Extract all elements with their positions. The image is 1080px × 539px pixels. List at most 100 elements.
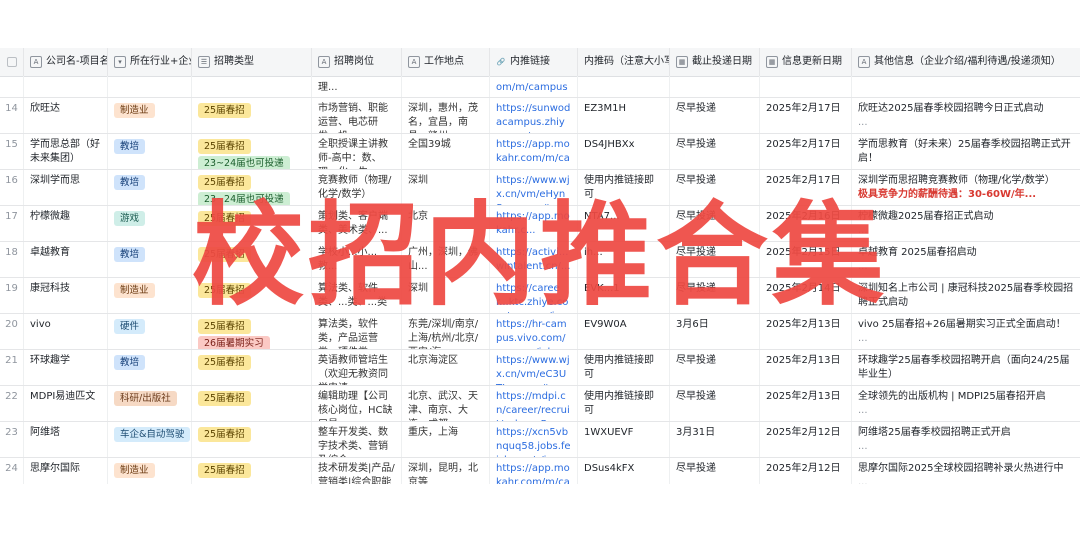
updated-date-cell[interactable]: 2025年2月12日 bbox=[760, 422, 852, 457]
updated-date-cell[interactable]: 2025年2月13日 bbox=[760, 386, 852, 421]
industry-cell[interactable]: 教培 bbox=[108, 350, 192, 385]
recruit-type-cell[interactable]: 25届春招 23~24届也可投递 bbox=[192, 134, 312, 169]
positions-cell[interactable]: 编辑助理【公司核心岗位，HC缺口最... bbox=[312, 386, 402, 421]
referral-link[interactable]: https://www.wjx.cn/vm/eC3UTLn.aspx# bbox=[490, 350, 578, 385]
info-cell[interactable]: 环球趣学25届春季校园招聘开启（面向24/25届毕业生）... bbox=[852, 350, 1080, 385]
recruit-type-cell[interactable]: 25届春招 bbox=[192, 350, 312, 385]
column-header-info[interactable]: A 其他信息（企业介绍/福利待遇/投递须知） bbox=[852, 48, 1080, 76]
updated-date-cell[interactable]: 2025年2月17日 bbox=[760, 98, 852, 133]
location-cell[interactable]: 深圳，惠州，茂名，宜昌，南昌，赣州... bbox=[402, 98, 490, 133]
column-header-code[interactable]: 内推码（注意大小写） bbox=[578, 48, 670, 76]
table-row[interactable]: 20vivo 硬件 25届春招 26届暑期实习 算法类，软件类，产品运营类，硬件类...… bbox=[0, 314, 1080, 350]
positions-cell[interactable]: 竞赛教师（物理/化学/数学） bbox=[312, 170, 402, 205]
positions-cell[interactable]: 英语教师管培生（欢迎无教资同学申请... bbox=[312, 350, 402, 385]
company-cell[interactable]: 卓越教育 bbox=[24, 242, 108, 277]
industry-cell[interactable]: 车企&自动驾驶 bbox=[108, 422, 192, 457]
info-cell[interactable]: 阿维塔25届春季校园招聘正式开启... bbox=[852, 422, 1080, 457]
industry-cell[interactable]: 科研/出版社 bbox=[108, 386, 192, 421]
referral-link[interactable]: https://activi...wintalent.cn/... bbox=[490, 242, 578, 277]
company-cell[interactable]: MDPI易迪匹文 bbox=[24, 386, 108, 421]
table-row[interactable]: 15 学而思总部（好未来集团） 教培 25届春招 23~24届也可投递 全职授课主讲教师-… bbox=[0, 134, 1080, 170]
deadline-cell[interactable]: 尽早投递 bbox=[670, 350, 760, 385]
column-header-deadline[interactable]: ▦ 截止投递日期 bbox=[670, 48, 760, 76]
referral-code-cell[interactable]: DS4JHBXx bbox=[578, 134, 670, 169]
company-cell[interactable]: 柠檬微趣 bbox=[24, 206, 108, 241]
updated-date-cell[interactable]: 2025年2月14日 bbox=[760, 278, 852, 313]
table-row[interactable]: 23阿维塔车企&自动驾驶 25届春招 整车开发类、数字技术类、营销及综合重庆，上海h… bbox=[0, 422, 1080, 458]
updated-date-cell[interactable]: 2025年2月13日 bbox=[760, 350, 852, 385]
referral-code-cell[interactable]: EZ3M1H bbox=[578, 98, 670, 133]
updated-date-cell[interactable]: 2025年2月15日 bbox=[760, 242, 852, 277]
deadline-cell[interactable]: 尽早投递 bbox=[670, 242, 760, 277]
referral-code-cell[interactable]: 使用内推链接即可 bbox=[578, 350, 670, 385]
industry-cell[interactable]: 教培 bbox=[108, 134, 192, 169]
industry-cell[interactable]: 游戏 bbox=[108, 206, 192, 241]
recruit-type-cell[interactable]: 25届春招 bbox=[192, 98, 312, 133]
table-row[interactable]: 14欣旺达制造业 25届春招 市场营销、职能运营、电芯研发、机...深圳，惠州，茂名… bbox=[0, 98, 1080, 134]
info-cell[interactable]: 卓越教育 2025届春招启动... bbox=[852, 242, 1080, 277]
referral-code-cell[interactable]: 使用内推链接即可 bbox=[578, 386, 670, 421]
deadline-cell[interactable]: 尽早投递 bbox=[670, 170, 760, 205]
positions-cell[interactable]: 技术研发类|产品/营销类|综合职能类|... bbox=[312, 458, 402, 484]
info-cell[interactable]: 学而思教育（好未来）25届春季校园招聘正式开启！... bbox=[852, 134, 1080, 169]
location-cell[interactable]: 东莞/深圳/南京/上海/杭州/北京/西安/海... bbox=[402, 314, 490, 349]
referral-link[interactable]: https://app.mokahr.com/m/campus-recr... bbox=[490, 134, 578, 169]
deadline-cell[interactable]: 3月31日 bbox=[670, 422, 760, 457]
positions-cell[interactable]: 算法类，软件类，产品运营类，硬件类... bbox=[312, 314, 402, 349]
referral-link[interactable]: https://xcn5vbnquq58.jobs.feishu.cn/s/i.… bbox=[490, 422, 578, 457]
recruit-type-cell[interactable]: 25届春招 23~24届也可投递 bbox=[192, 170, 312, 205]
deadline-cell[interactable]: 尽早投递 bbox=[670, 458, 760, 484]
location-cell[interactable]: 全国39城 bbox=[402, 134, 490, 169]
recruit-type-cell[interactable]: 25届春招 26届暑期实习 bbox=[192, 314, 312, 349]
company-cell[interactable]: 思摩尔国际 bbox=[24, 458, 108, 484]
location-cell[interactable]: 重庆，上海 bbox=[402, 422, 490, 457]
info-cell[interactable]: 深圳学而思招聘竞赛教师（物理/化学/数学） 极具竞争力的薪酬待遇：30-60W/年… bbox=[852, 170, 1080, 205]
recruit-type-cell[interactable]: 25届春招 bbox=[192, 278, 312, 313]
link-cell[interactable]: om/m/campus-recr... bbox=[490, 76, 578, 97]
column-header-location[interactable]: A 工作地点 bbox=[402, 48, 490, 76]
info-cell[interactable]: 深圳知名上市公司 | 康冠科技2025届春季校园招聘正式启动... bbox=[852, 278, 1080, 313]
column-header-type[interactable]: ☰ 招聘类型 bbox=[192, 48, 312, 76]
recruit-type-cell[interactable]: 25届春招 bbox=[192, 386, 312, 421]
deadline-cell[interactable]: 尽早投递 bbox=[670, 206, 760, 241]
positions-cell[interactable]: 整车开发类、数字技术类、营销及综合 bbox=[312, 422, 402, 457]
company-cell[interactable]: 欣旺达 bbox=[24, 98, 108, 133]
column-header-company[interactable]: A 公司名-项目名 bbox=[24, 48, 108, 76]
location-cell[interactable]: 深圳 bbox=[402, 278, 490, 313]
info-cell[interactable]: 思摩尔国际2025全球校园招聘补录火热进行中... bbox=[852, 458, 1080, 484]
select-all-checkbox[interactable] bbox=[0, 48, 24, 76]
recruit-type-cell[interactable]: 25届春招 bbox=[192, 242, 312, 277]
updated-date-cell[interactable]: 2025年2月17日 bbox=[760, 170, 852, 205]
positions-cell[interactable]: 算法类、软件类、...类、...类 bbox=[312, 278, 402, 313]
table-row[interactable]: 19 康冠科技 制造业 25届春招 算法类、软件类、...类、...类 深圳 https:/… bbox=[0, 278, 1080, 314]
table-row[interactable]: 18 卓越教育 教培 25届春招 学校小...小...教... 广州，深圳，佛山... ht… bbox=[0, 242, 1080, 278]
updated-date-cell[interactable]: 2025年2月16日 bbox=[760, 206, 852, 241]
location-cell[interactable]: 北京海淀区 bbox=[402, 350, 490, 385]
referral-code-cell[interactable]: 1WXUEVF bbox=[578, 422, 670, 457]
recruit-type-cell[interactable]: 25届春招 bbox=[192, 458, 312, 484]
table-row[interactable]: 24思摩尔国际制造业 25届春招 技术研发类|产品/营销类|综合职能类|...深圳，… bbox=[0, 458, 1080, 484]
industry-cell[interactable]: 教培 bbox=[108, 242, 192, 277]
referral-link[interactable]: https://career...ktc.zhiye.com/campus/jo… bbox=[490, 278, 578, 313]
referral-code-cell[interactable]: EVK...1 bbox=[578, 278, 670, 313]
referral-link[interactable]: https://sunwodacampus.zhiye.com/ca... bbox=[490, 98, 578, 133]
location-cell[interactable]: 广州，深圳，佛山... bbox=[402, 242, 490, 277]
location-cell[interactable]: 北京 bbox=[402, 206, 490, 241]
company-cell[interactable]: 深圳学而思 bbox=[24, 170, 108, 205]
positions-cell[interactable]: 全职授课主讲教师-高中：数、理、化、生... bbox=[312, 134, 402, 169]
location-cell[interactable]: 深圳，昆明，北京等 bbox=[402, 458, 490, 484]
referral-link[interactable]: https://www.wjx.cn/vm/eHynSqp.aspx# bbox=[490, 170, 578, 205]
industry-cell[interactable]: 教培 bbox=[108, 170, 192, 205]
referral-code-cell[interactable]: 使用内推链接即可 bbox=[578, 170, 670, 205]
info-cell[interactable]: 全球领先的出版机构 | MDPI25届春招开启... bbox=[852, 386, 1080, 421]
deadline-cell[interactable]: 尽早投递 bbox=[670, 134, 760, 169]
location-cell[interactable]: 北京、武汉、天津、南京、大连、成都 bbox=[402, 386, 490, 421]
referral-code-cell[interactable]: DSus4kFX bbox=[578, 458, 670, 484]
industry-cell[interactable]: 硬件 bbox=[108, 314, 192, 349]
referral-code-cell[interactable]: NTA7... bbox=[578, 206, 670, 241]
column-header-link[interactable]: 🔗 内推链接 bbox=[490, 48, 578, 76]
company-cell[interactable]: vivo bbox=[24, 314, 108, 349]
deadline-cell[interactable]: 尽早投递 bbox=[670, 386, 760, 421]
referral-code-cell[interactable]: ih... bbox=[578, 242, 670, 277]
deadline-cell[interactable]: 尽早投递 bbox=[670, 98, 760, 133]
